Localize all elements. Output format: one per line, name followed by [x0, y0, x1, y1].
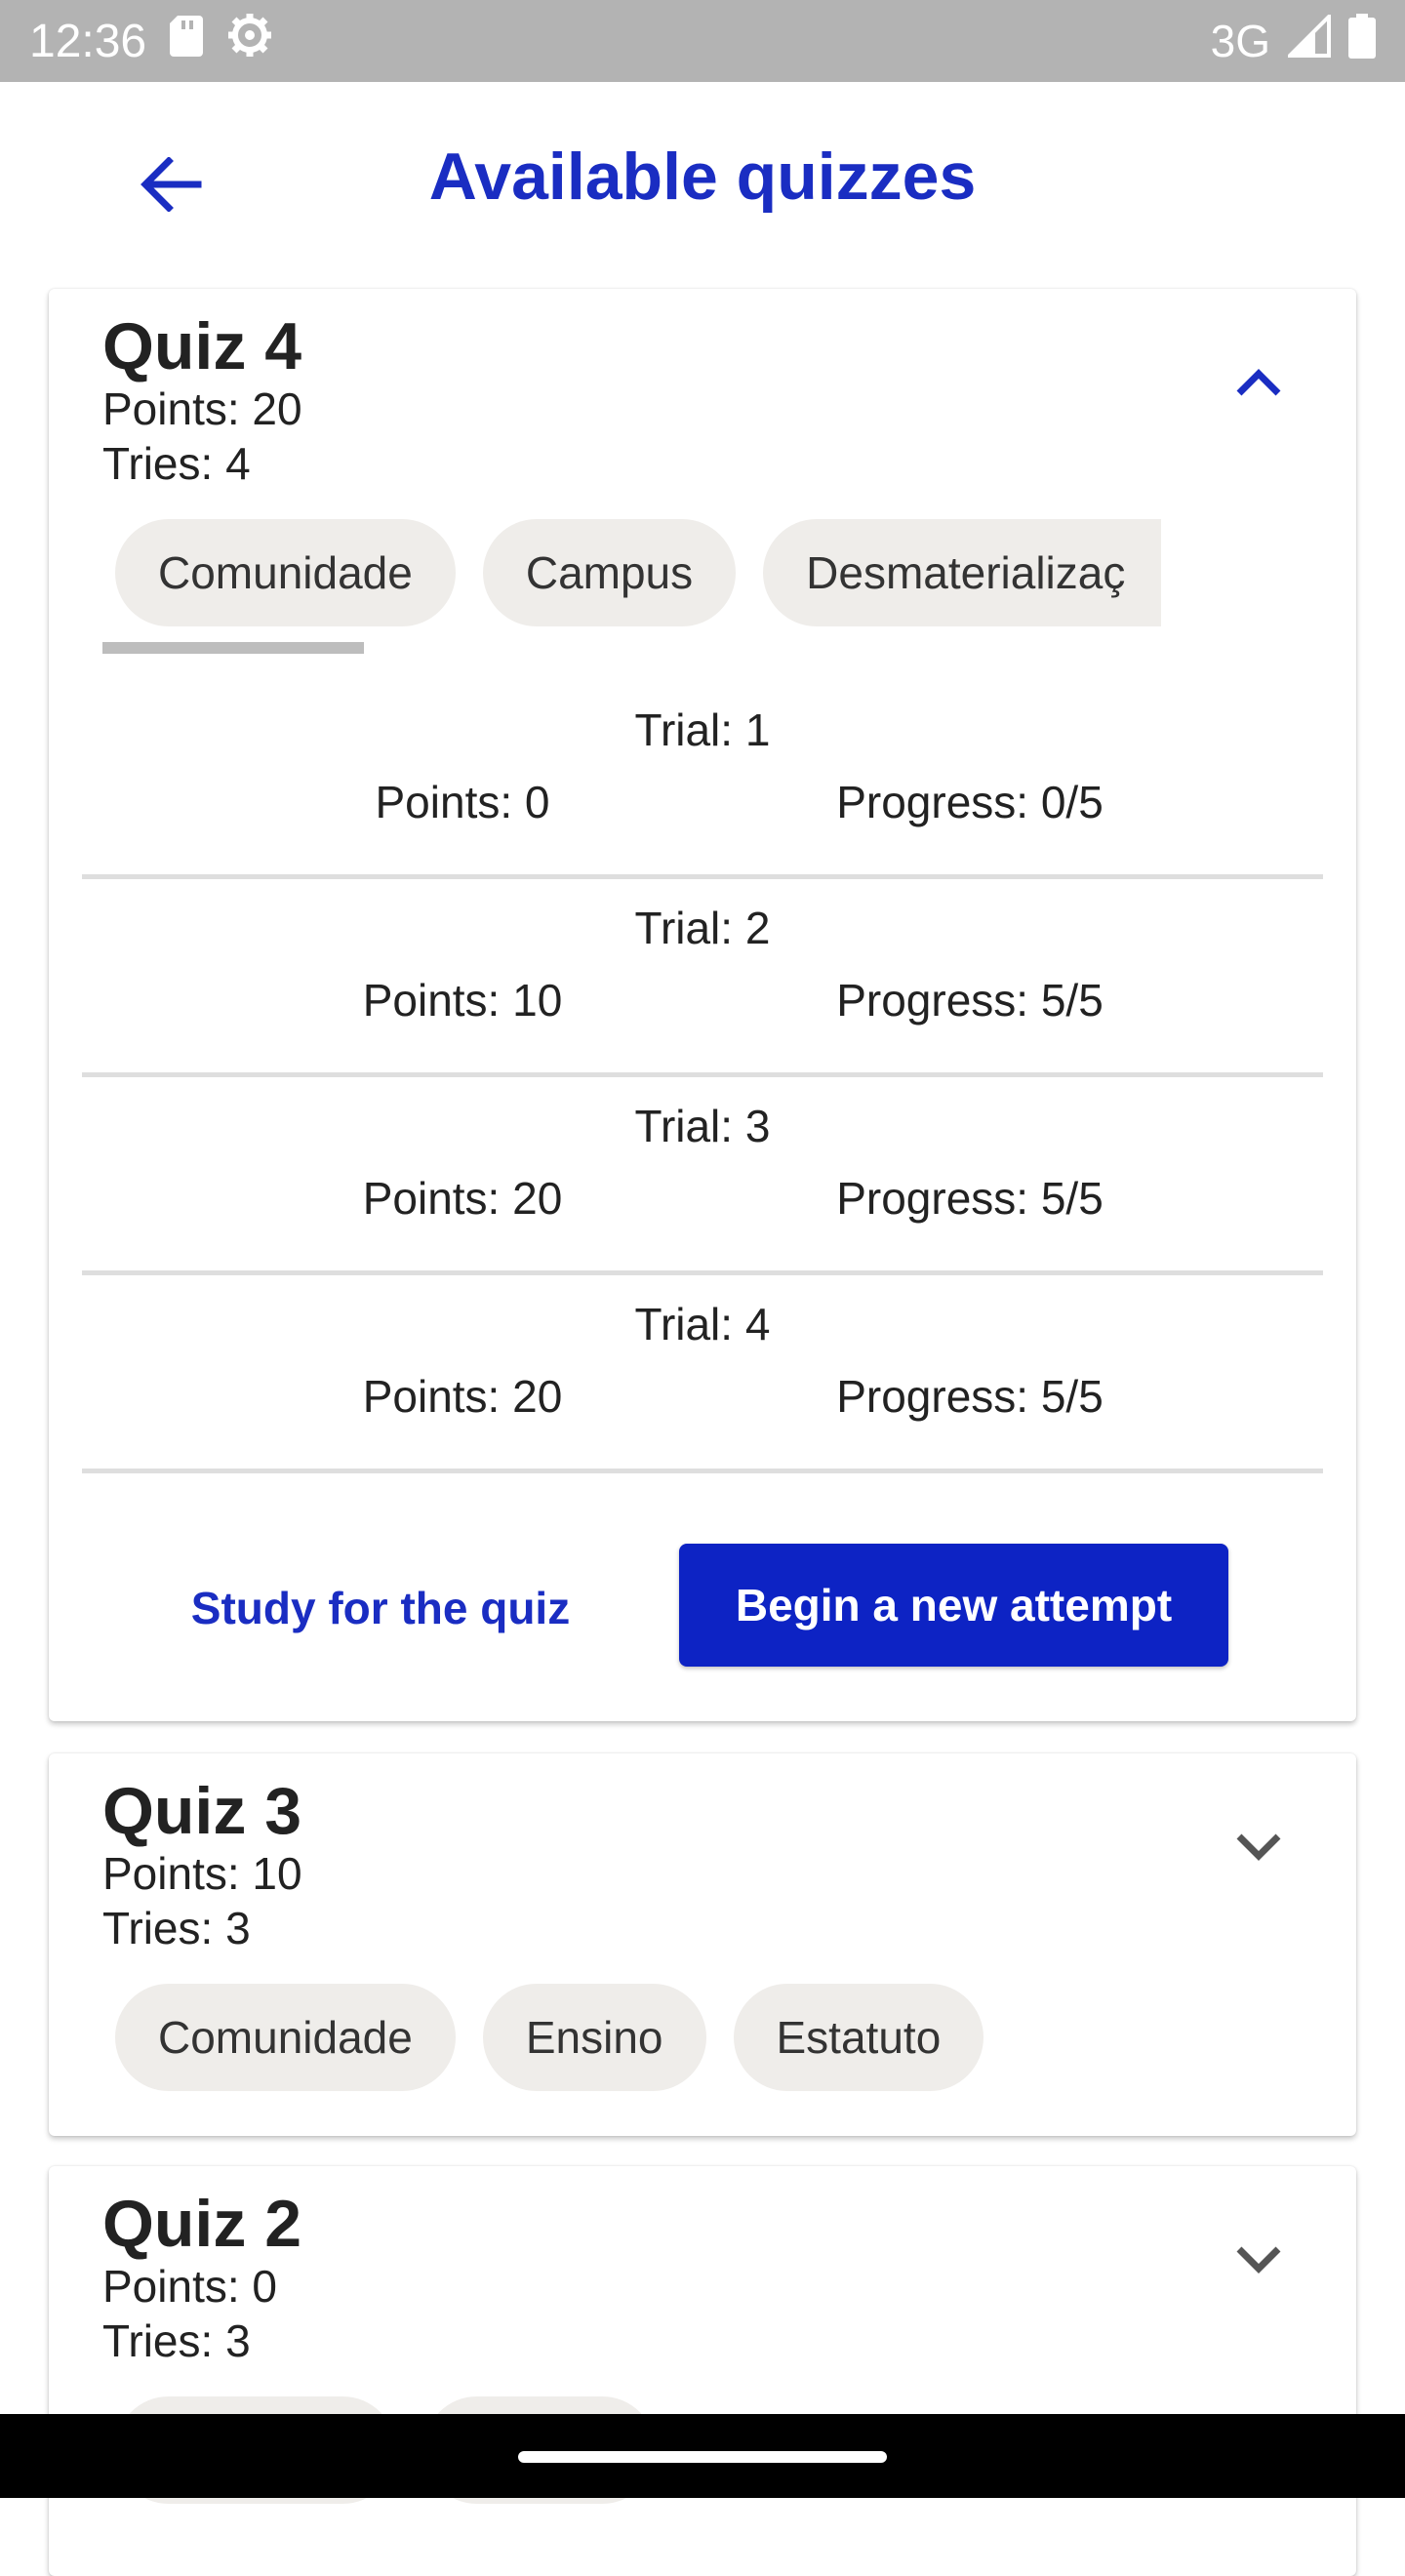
home-gesture-handle[interactable]: [518, 2451, 887, 2463]
trial-number: Trial: 3: [634, 1101, 771, 1151]
trial-progress: Progress: 5/5: [836, 1371, 1104, 1422]
trial-row: Trial: 4 Points: 20 Progress: 5/5: [82, 1270, 1323, 1473]
chip-ensino[interactable]: Ensino: [482, 1984, 706, 2091]
signal-icon: [1285, 11, 1331, 68]
status-time: 12:36: [29, 15, 147, 67]
chip-estatuto[interactable]: Estatuto: [733, 1984, 984, 2091]
chevron-down-icon: [1236, 2246, 1281, 2274]
expand-button[interactable]: [1220, 1808, 1298, 1886]
quiz-title: Quiz 2: [102, 2187, 302, 2261]
quiz-points: Points: 10: [102, 1848, 302, 1899]
quiz-title: Quiz 4: [102, 309, 302, 383]
trial-progress: Progress: 5/5: [836, 1173, 1104, 1224]
trial-number: Trial: 4: [634, 1299, 771, 1349]
trial-number: Trial: 2: [634, 903, 771, 953]
system-nav-bar: [0, 2414, 1405, 2498]
chevron-up-icon: [1236, 369, 1281, 396]
trial-row: Trial: 1 Points: 0 Progress: 0/5: [82, 676, 1323, 879]
chip-campus[interactable]: Campus: [482, 519, 737, 626]
trial-points: Points: 20: [362, 1371, 563, 1422]
begin-attempt-button[interactable]: Begin a new attempt: [679, 1544, 1228, 1667]
status-bar-left: 12:36: [29, 12, 273, 70]
status-bar: 12:36 3G: [0, 0, 1405, 82]
trial-points: Points: 10: [362, 975, 563, 1026]
trial-points: Points: 20: [362, 1173, 563, 1224]
quiz-card-4: Quiz 4 Points: 20 Tries: 4 Comunidade Ca…: [49, 289, 1356, 1721]
quiz-tries: Tries: 4: [102, 438, 251, 489]
trial-row: Trial: 2 Points: 10 Progress: 5/5: [82, 874, 1323, 1077]
status-bar-right: 3G: [1210, 11, 1376, 69]
trial-progress: Progress: 5/5: [836, 975, 1104, 1026]
trial-points: Points: 0: [375, 777, 550, 827]
settings-icon: [226, 12, 273, 70]
sd-card-icon: [170, 15, 204, 68]
quiz-tries: Tries: 3: [102, 2315, 251, 2366]
quiz-tries: Tries: 3: [102, 1903, 251, 1953]
trial-number: Trial: 1: [634, 704, 771, 755]
collapse-button[interactable]: [1220, 343, 1298, 422]
quiz-title: Quiz 3: [102, 1774, 302, 1848]
battery-icon: [1348, 13, 1376, 69]
quiz-points: Points: 20: [102, 383, 302, 434]
topic-chips: Comunidade Campus Desmaterializaç: [115, 519, 1162, 626]
chevron-down-icon: [1236, 1833, 1281, 1861]
trial-row: Trial: 3 Points: 20 Progress: 5/5: [82, 1072, 1323, 1275]
quiz-card-3[interactable]: Quiz 3 Points: 10 Tries: 3 Comunidade En…: [49, 1753, 1356, 2136]
chip-comunidade[interactable]: Comunidade: [115, 519, 456, 626]
trial-progress: Progress: 0/5: [836, 777, 1104, 827]
chips-scroll-indicator[interactable]: [102, 642, 364, 654]
expand-button[interactable]: [1220, 2221, 1298, 2299]
chip-desmaterializacao[interactable]: Desmaterializaç: [763, 519, 1162, 626]
app-header: Available quizzes: [0, 82, 1405, 277]
topic-chips: Comunidade Ensino Estatuto: [115, 1984, 984, 2091]
chip-comunidade[interactable]: Comunidade: [115, 1984, 456, 2091]
page-title: Available quizzes: [428, 140, 977, 214]
study-quiz-button[interactable]: Study for the quiz: [176, 1548, 585, 1669]
network-type: 3G: [1210, 16, 1270, 66]
quiz-points: Points: 0: [102, 2261, 277, 2312]
quiz-card-2[interactable]: Quiz 2 Points: 0 Tries: 3: [49, 2166, 1356, 2576]
